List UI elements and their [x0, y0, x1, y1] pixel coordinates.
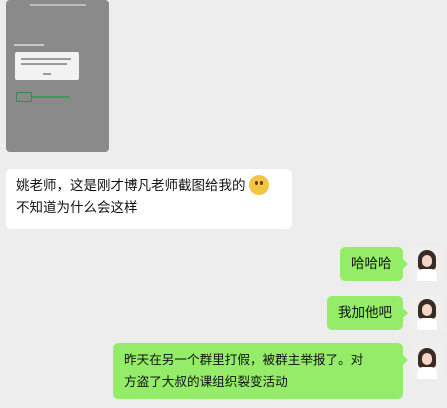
message-text: 方盗了大叔的课组织裂变活动 — [124, 374, 288, 389]
message-text: 我加他吧 — [338, 305, 392, 321]
message-text: 不知道为什么会这样 — [16, 200, 138, 216]
thumbnail-header — [30, 4, 86, 6]
screenshot-image-message[interactable] — [6, 0, 109, 152]
thumbnail-dialog — [15, 52, 79, 80]
user-avatar[interactable] — [410, 345, 444, 379]
message-text: 昨天在另一个群里打假，被群主举报了。对 — [124, 352, 364, 367]
thumbnail-green-icon — [16, 92, 32, 102]
message-text: 哈哈哈 — [351, 256, 392, 272]
user-avatar[interactable] — [410, 247, 444, 281]
sent-message-bubble[interactable]: 哈哈哈 — [340, 247, 408, 281]
thumbnail-text — [14, 44, 44, 46]
received-message-bubble[interactable]: 姚老师，这是刚才博凡老师截图给我的 不知道为什么会这样 — [6, 169, 292, 229]
user-avatar[interactable] — [410, 296, 444, 330]
confused-emoji-icon — [248, 175, 269, 195]
message-text: 姚老师，这是刚才博凡老师截图给我的 — [16, 178, 246, 194]
sent-message-bubble[interactable]: 我加他吧 — [327, 296, 408, 330]
sent-message-bubble[interactable]: 昨天在另一个群里打假，被群主举报了。对 方盗了大叔的课组织裂变活动 — [113, 343, 408, 399]
thumbnail-green-text — [32, 96, 70, 98]
